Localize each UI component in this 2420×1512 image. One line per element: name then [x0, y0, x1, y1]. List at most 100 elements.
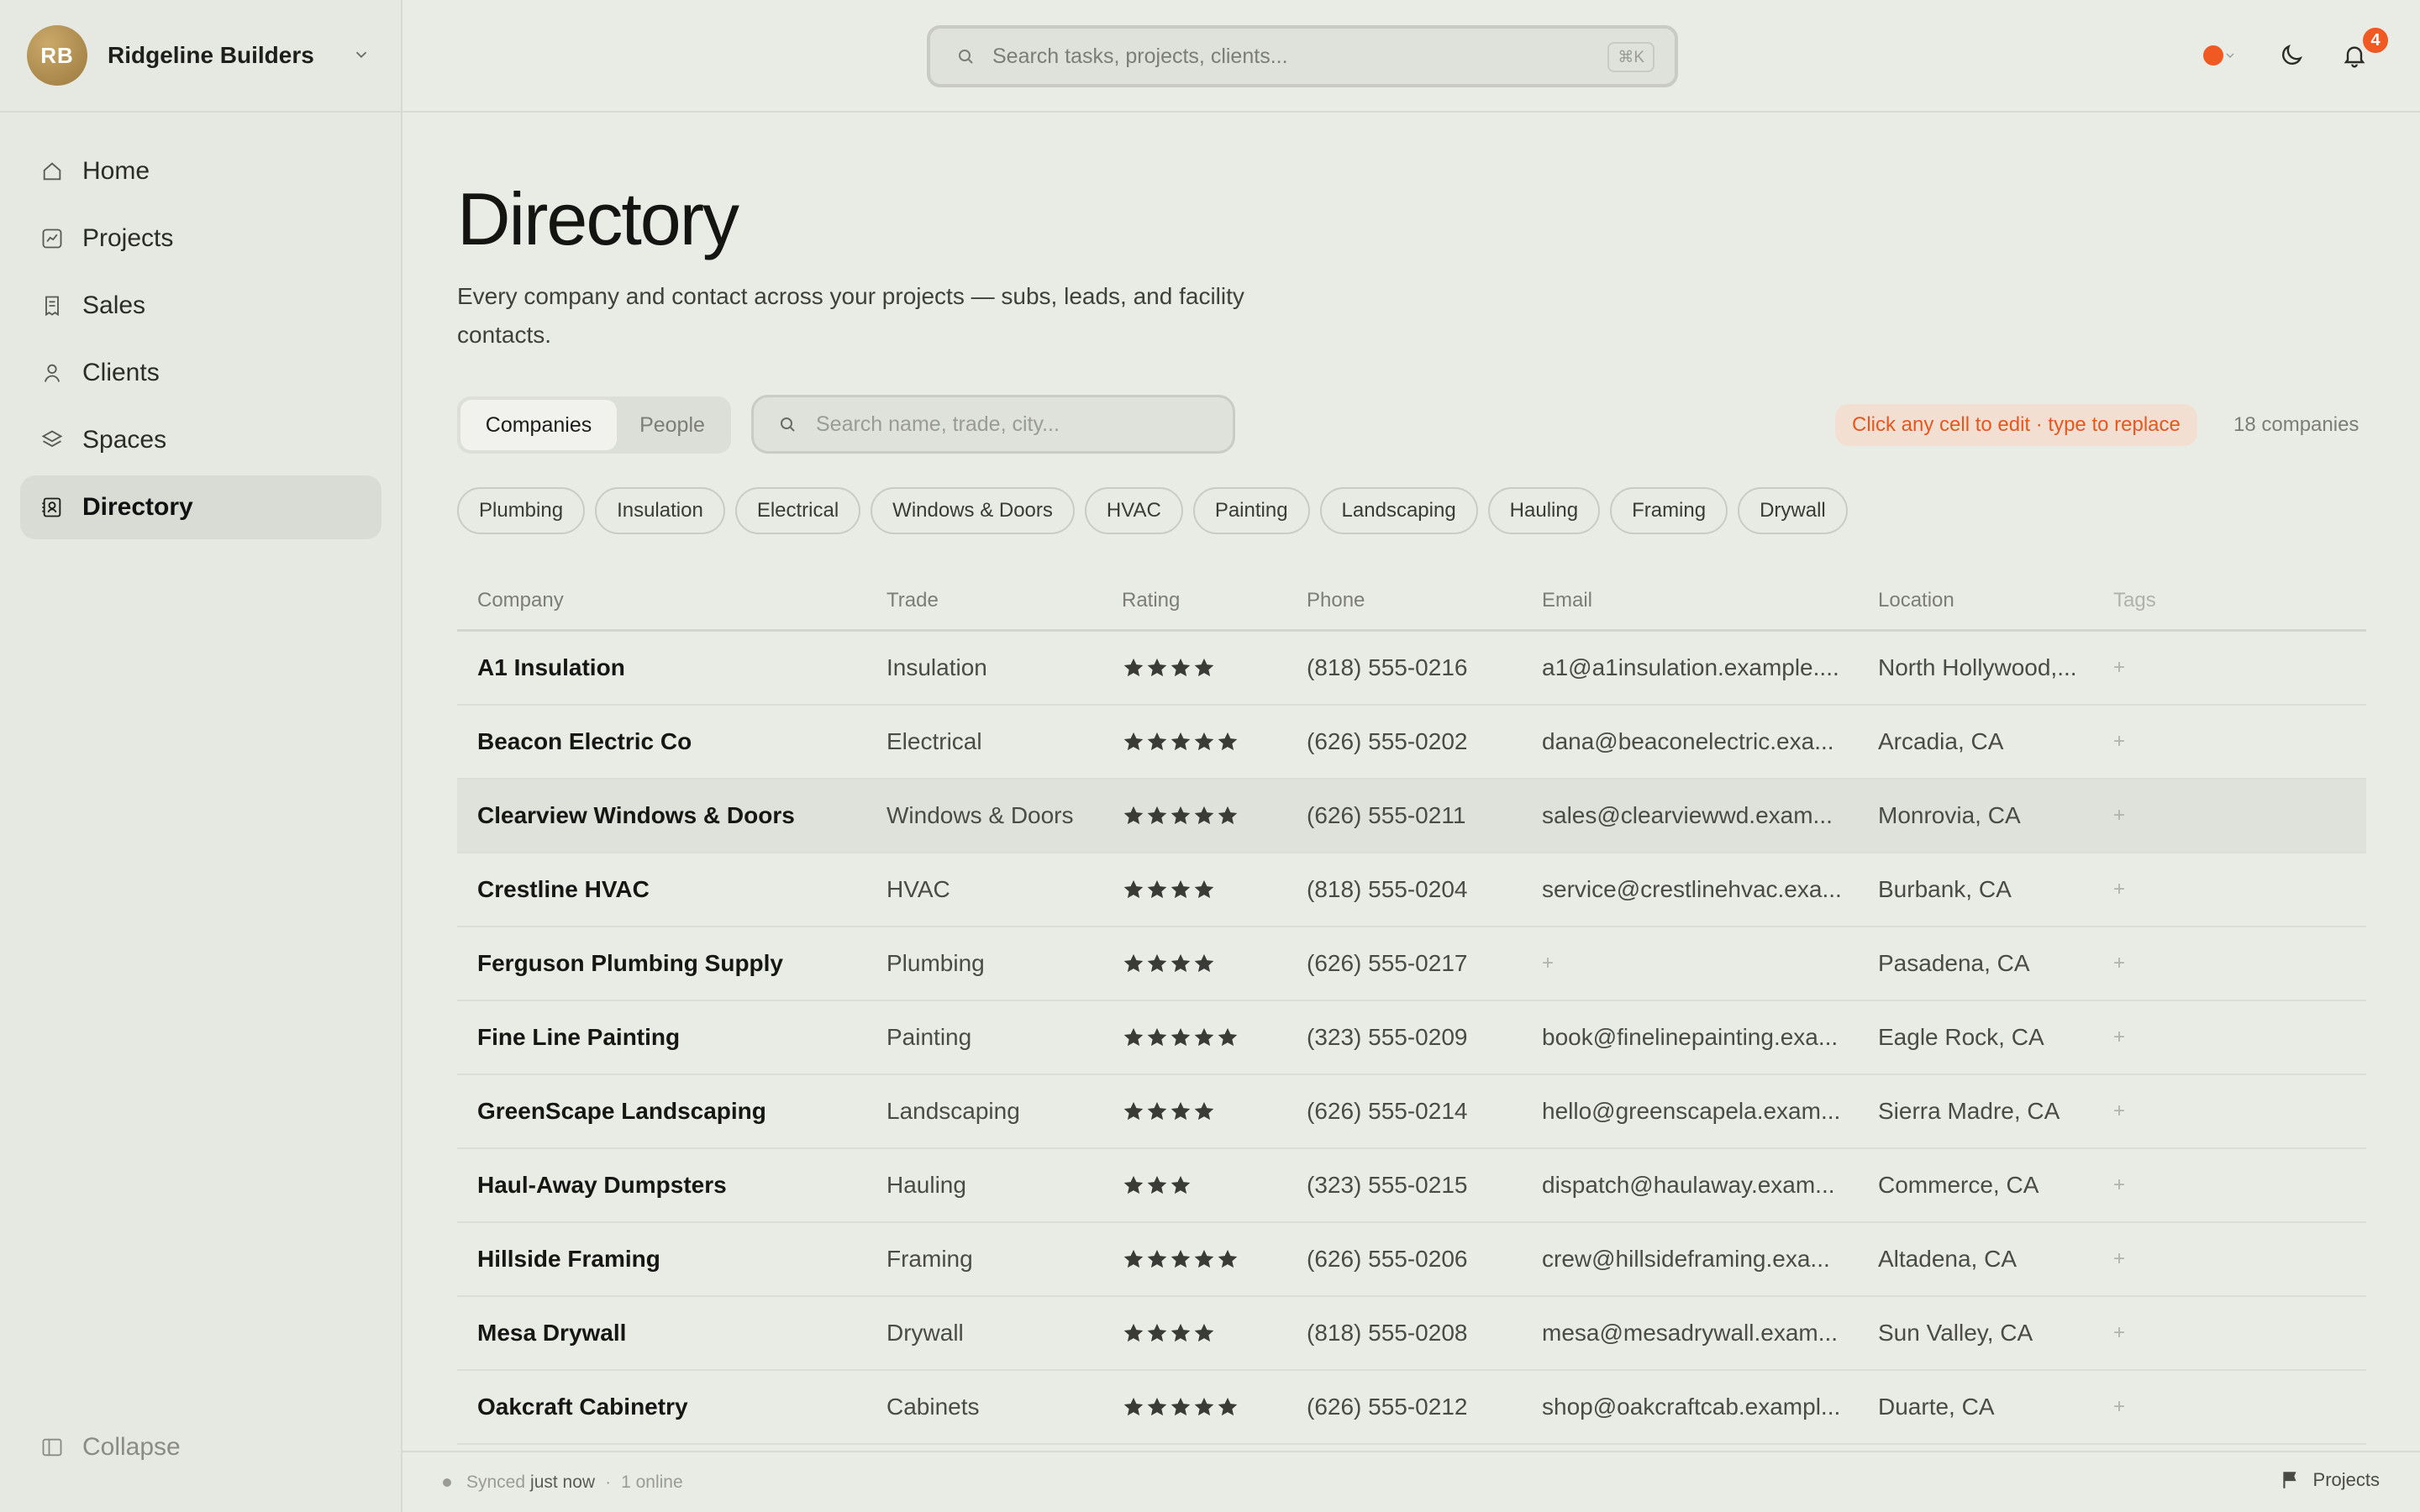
column-tags[interactable]: Tags [2113, 589, 2365, 612]
tab-companies[interactable]: Companies [460, 400, 617, 450]
global-search-input[interactable]: Search tasks, projects, clients... ⌘K [927, 25, 1678, 87]
filter-chip[interactable]: Electrical [734, 487, 861, 534]
cell-trade[interactable]: Drywall [886, 1320, 1122, 1347]
cell-email[interactable]: service@crestlinehvac.exa... [1542, 876, 1878, 903]
cell-email[interactable]: sales@clearviewwd.exam... [1542, 802, 1878, 829]
filter-chip[interactable]: Drywall [1738, 487, 1848, 534]
cell-trade[interactable]: Hauling [886, 1172, 1122, 1199]
table-row[interactable]: GreenScape Landscaping Landscaping (626) 5… [457, 1075, 2366, 1149]
add-tag-button[interactable]: + [2113, 656, 2365, 680]
add-tag-button[interactable]: + [2113, 804, 2365, 827]
cell-trade[interactable]: Plumbing [886, 950, 1122, 977]
filter-chip[interactable]: Landscaping [1319, 487, 1478, 534]
cell-phone[interactable]: (323) 555-0215 [1307, 1172, 1542, 1199]
cell-phone[interactable]: (818) 555-0208 [1307, 1320, 1542, 1347]
sidebar-item-home[interactable]: Home [20, 139, 381, 203]
add-tag-button[interactable]: + [2113, 1395, 2365, 1419]
cell-company[interactable]: Fine Line Painting [457, 1024, 886, 1051]
status-menu[interactable] [2203, 45, 2237, 66]
cell-location[interactable]: Burbank, CA [1878, 876, 2113, 903]
cell-rating[interactable] [1122, 1100, 1307, 1123]
cell-location[interactable]: Pasadena, CA [1878, 950, 2113, 977]
cell-location[interactable]: Duarte, CA [1878, 1394, 2113, 1420]
cell-rating[interactable] [1122, 1321, 1307, 1345]
cell-phone[interactable]: (626) 555-0217 [1307, 950, 1542, 977]
cell-trade[interactable]: Cabinets [886, 1394, 1122, 1420]
column-company[interactable]: Company [457, 589, 886, 612]
table-row[interactable]: Crestline HVAC HVAC (818) 555-0204 service@… [457, 853, 2366, 927]
table-row[interactable]: Hillside Framing Framing (626) 555-0206 cre… [457, 1223, 2366, 1297]
cell-rating[interactable] [1122, 1247, 1307, 1271]
column-email[interactable]: Email [1542, 589, 1878, 612]
sidebar-item-directory[interactable]: Directory [20, 475, 381, 539]
cell-company[interactable]: Crestline HVAC [457, 876, 886, 903]
cell-rating[interactable] [1122, 1026, 1307, 1049]
cell-phone[interactable]: (323) 555-0209 [1307, 1024, 1542, 1051]
filter-chip[interactable]: Insulation [595, 487, 725, 534]
cell-email[interactable]: book@finelinepainting.exa... [1542, 1024, 1878, 1051]
filter-chip[interactable]: Painting [1192, 487, 1310, 534]
cell-trade[interactable]: Windows & Doors [886, 802, 1122, 829]
add-tag-button[interactable]: + [2113, 878, 2365, 901]
cell-company[interactable]: GreenScape Landscaping [457, 1098, 886, 1125]
cell-phone[interactable]: (818) 555-0216 [1307, 654, 1542, 681]
table-row[interactable]: A1 Insulation Insulation (818) 555-0216 a1@… [457, 632, 2366, 706]
filter-chip[interactable]: Hauling [1487, 487, 1601, 534]
cell-company[interactable]: Oakcraft Cabinetry [457, 1394, 886, 1420]
column-trade[interactable]: Trade [886, 589, 1122, 612]
sidebar-item-clients[interactable]: Clients [20, 341, 381, 405]
cell-email[interactable]: dana@beaconelectric.exa... [1542, 728, 1878, 755]
cell-trade[interactable]: HVAC [886, 876, 1122, 903]
add-tag-button[interactable]: + [2113, 1321, 2365, 1345]
cell-phone[interactable]: (626) 555-0214 [1307, 1098, 1542, 1125]
add-tag-button[interactable]: + [2113, 1026, 2365, 1049]
cell-rating[interactable] [1122, 730, 1307, 753]
sidebar-item-projects[interactable]: Projects [20, 207, 381, 270]
cell-location[interactable]: North Hollywood,... [1878, 654, 2113, 681]
table-row[interactable]: Clearview Windows & Doors Windows & Doors… [457, 780, 2366, 853]
cell-company[interactable]: Clearview Windows & Doors [457, 802, 886, 829]
cell-email[interactable]: dispatch@haulaway.exam... [1542, 1172, 1878, 1199]
cell-company[interactable]: Ferguson Plumbing Supply [457, 950, 886, 977]
table-row[interactable]: Fine Line Painting Painting (323) 555-0209… [457, 1001, 2366, 1075]
cell-email[interactable]: crew@hillsideframing.exa... [1542, 1246, 1878, 1273]
cell-email[interactable]: shop@oakcraftcab.exampl... [1542, 1394, 1878, 1420]
cell-rating[interactable] [1122, 1395, 1307, 1419]
table-row[interactable]: Haul-Away Dumpsters Hauling (323) 555-0215… [457, 1149, 2366, 1223]
org-switcher[interactable]: RB Ridgeline Builders [0, 0, 401, 113]
sidebar-item-spaces[interactable]: Spaces [20, 408, 381, 472]
cell-company[interactable]: Hillside Framing [457, 1246, 886, 1273]
add-tag-button[interactable]: + [2113, 1100, 2365, 1123]
collapse-button[interactable]: Collapse [40, 1433, 181, 1462]
cell-company[interactable]: Haul-Away Dumpsters [457, 1172, 886, 1199]
cell-phone[interactable]: (626) 555-0212 [1307, 1394, 1542, 1420]
cell-location[interactable]: Altadena, CA [1878, 1246, 2113, 1273]
cell-company[interactable]: Mesa Drywall [457, 1320, 886, 1347]
cell-email[interactable]: a1@a1insulation.example.... [1542, 654, 1878, 681]
cell-email-empty[interactable]: + [1542, 952, 1878, 975]
cell-rating[interactable] [1122, 1173, 1307, 1197]
table-row[interactable]: Ferguson Plumbing Supply Plumbing (626) 55… [457, 927, 2366, 1001]
table-row[interactable]: Oakcraft Cabinetry Cabinets (626) 555-0212… [457, 1371, 2366, 1445]
cell-trade[interactable]: Insulation [886, 654, 1122, 681]
add-tag-button[interactable]: + [2113, 1247, 2365, 1271]
cell-trade[interactable]: Landscaping [886, 1098, 1122, 1125]
cell-trade[interactable]: Electrical [886, 728, 1122, 755]
filter-chip[interactable]: HVAC [1084, 487, 1183, 534]
moon-icon[interactable] [2278, 42, 2305, 69]
cell-phone[interactable]: (626) 555-0202 [1307, 728, 1542, 755]
filter-chip[interactable]: Framing [1610, 487, 1728, 534]
cell-company[interactable]: Beacon Electric Co [457, 728, 886, 755]
cell-trade[interactable]: Painting [886, 1024, 1122, 1051]
cell-location[interactable]: Sun Valley, CA [1878, 1320, 2113, 1347]
cell-rating[interactable] [1122, 878, 1307, 901]
column-rating[interactable]: Rating [1122, 589, 1307, 612]
table-row[interactable]: Beacon Electric Co Electrical (626) 555-02… [457, 706, 2366, 780]
filter-chip[interactable]: Windows & Doors [871, 487, 1075, 534]
column-location[interactable]: Location [1878, 589, 2113, 612]
table-row[interactable]: Mesa Drywall Drywall (818) 555-0208 mesa@me… [457, 1297, 2366, 1371]
cell-phone[interactable]: (626) 555-0211 [1307, 802, 1542, 829]
cell-location[interactable]: Eagle Rock, CA [1878, 1024, 2113, 1051]
cell-email[interactable]: hello@greenscapela.exam... [1542, 1098, 1878, 1125]
cell-rating[interactable] [1122, 952, 1307, 975]
